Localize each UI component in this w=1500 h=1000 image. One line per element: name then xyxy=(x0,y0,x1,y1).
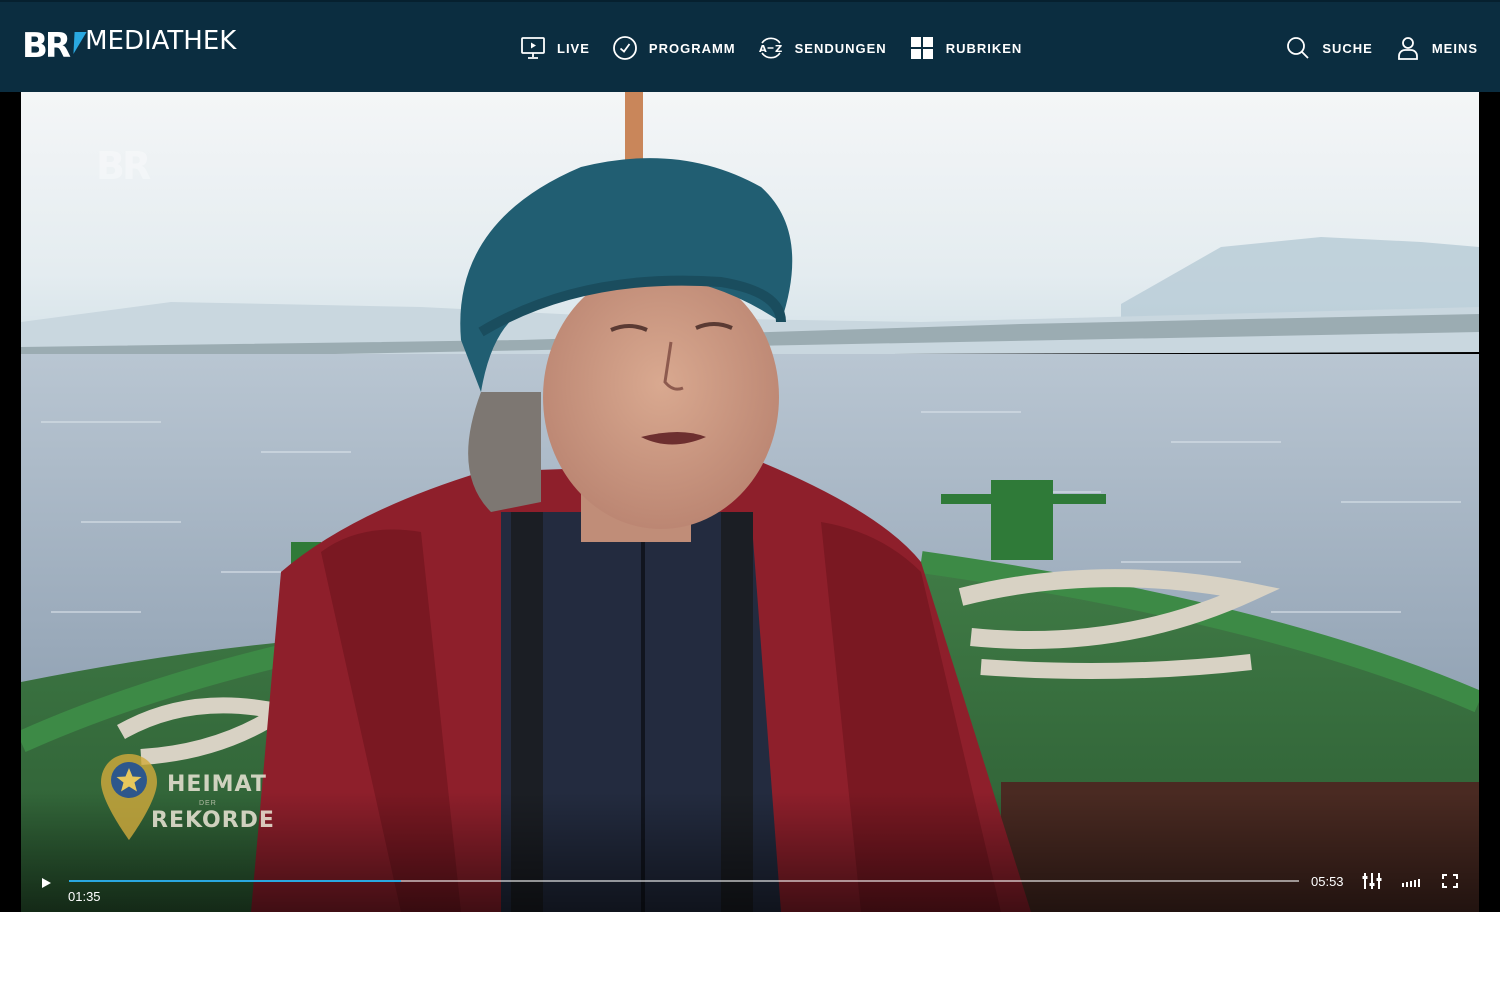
clock-icon xyxy=(612,35,638,61)
volume-bars-icon xyxy=(1402,879,1420,887)
nav-suche-label: SUCHE xyxy=(1322,40,1373,56)
badge-line2: REKORDE xyxy=(151,808,275,833)
total-time: 05:53 xyxy=(1311,874,1344,889)
map-pin-star-icon xyxy=(101,754,157,840)
search-icon xyxy=(1285,35,1311,61)
volume-button[interactable] xyxy=(1401,872,1423,890)
sliders-icon xyxy=(1362,873,1382,889)
user-nav: SUCHE MEINS xyxy=(1285,2,1478,94)
br-watermark: BR xyxy=(96,144,151,188)
svg-text:Z: Z xyxy=(775,44,783,55)
progress-fill xyxy=(69,880,402,882)
fullscreen-button[interactable] xyxy=(1439,872,1461,890)
user-icon xyxy=(1395,35,1421,61)
logo-text: MEDIATHEK xyxy=(85,26,237,56)
nav-live[interactable]: LIVE xyxy=(520,35,590,61)
nav-live-label: LIVE xyxy=(557,40,590,56)
badge-line1: HEIMAT xyxy=(167,772,267,797)
video-player: BR HEIMAT DER REKORDE 01:35 05:53 xyxy=(0,92,1500,912)
logo-br-mark: BR xyxy=(22,26,71,66)
play-icon xyxy=(42,878,51,888)
play-button[interactable] xyxy=(39,876,55,890)
svg-text:A: A xyxy=(759,44,768,55)
main-nav: LIVE PROGRAMM AZ SENDUNGEN RUBRIKEN xyxy=(520,2,1022,94)
a-z-icon: AZ xyxy=(758,35,784,61)
player-controls: 01:35 05:53 xyxy=(21,852,1479,912)
settings-button[interactable] xyxy=(1361,872,1383,890)
logo-slash-mark xyxy=(67,32,87,54)
top-header: BR MEDIATHEK LIVE PROGRAMM AZ SENDUNGEN xyxy=(0,0,1500,92)
nav-meins-label: MEINS xyxy=(1431,40,1478,56)
nav-sendungen[interactable]: AZ SENDUNGEN xyxy=(758,35,887,61)
progress-bar[interactable] xyxy=(69,880,1299,882)
nav-suche[interactable]: SUCHE xyxy=(1285,35,1373,61)
monitor-play-icon xyxy=(520,35,546,61)
nav-programm[interactable]: PROGRAMM xyxy=(612,35,736,61)
fullscreen-icon xyxy=(1442,874,1458,888)
grid-icon xyxy=(909,35,935,61)
nav-meins[interactable]: MEINS xyxy=(1395,35,1478,61)
nav-rubriken[interactable]: RUBRIKEN xyxy=(909,35,1023,61)
badge-small-text: DER xyxy=(199,800,217,807)
current-time: 01:35 xyxy=(68,889,101,904)
br-mediathek-logo[interactable]: BR MEDIATHEK xyxy=(22,26,236,66)
show-badge-heimat-der-rekorde: HEIMAT DER REKORDE xyxy=(99,752,299,848)
nav-sendungen-label: SENDUNGEN xyxy=(794,40,887,56)
nav-programm-label: PROGRAMM xyxy=(648,40,736,56)
nav-rubriken-label: RUBRIKEN xyxy=(945,40,1023,56)
video-frame[interactable]: BR HEIMAT DER REKORDE xyxy=(21,92,1479,912)
